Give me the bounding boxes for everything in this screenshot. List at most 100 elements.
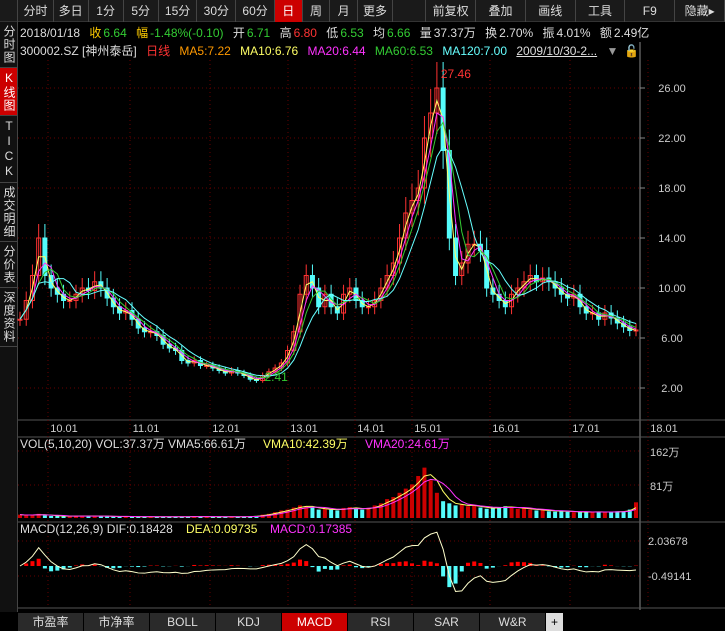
indicator-tab-6[interactable]: SAR (414, 613, 480, 631)
indicator-tab-3[interactable]: KDJ (216, 613, 282, 631)
volume-bar-1 (24, 515, 29, 518)
macd-bar-30 (204, 565, 209, 566)
indicator-tab-1[interactable]: 市净率 (84, 613, 150, 631)
volume-bar-85 (546, 511, 551, 518)
macd-bar-80 (515, 561, 520, 566)
date-label-1: 11.01 (133, 423, 160, 435)
volume-bar-92 (590, 512, 595, 518)
volume-bar-91 (584, 511, 589, 518)
macd-bar-12 (92, 564, 97, 566)
date-label-4: 14.01 (357, 423, 385, 435)
macd-bar-28 (192, 564, 197, 566)
macd-bar-1 (24, 563, 29, 566)
macd-bar-74 (478, 562, 483, 566)
vol-axis-label-0: 162万 (650, 447, 679, 459)
macd-bar-62 (403, 561, 408, 566)
volume-bar-70 (453, 505, 458, 518)
ma120-line (19, 145, 637, 377)
volume-bar-74 (478, 507, 483, 518)
date-label-2: 12.01 (212, 423, 240, 435)
volume-bar-66 (428, 480, 433, 518)
volume-bar-88 (565, 511, 570, 518)
volume-bar-56 (366, 507, 371, 518)
date-label-0: 10.01 (50, 423, 78, 435)
macd-bar-76 (490, 566, 495, 568)
price-axis-label-2: 18.00 (658, 183, 686, 195)
macd-bar-45 (298, 559, 302, 566)
volume-bar-89 (571, 512, 576, 518)
candle-0 (17, 318, 23, 321)
date-label-8: 18.01 (650, 423, 678, 435)
volume-bar-54 (354, 508, 358, 518)
macd-bar-91 (584, 566, 589, 568)
macd-bar-72 (466, 562, 470, 566)
macd-bar-31 (210, 565, 215, 566)
high-annotation: 27.46 (441, 67, 471, 81)
volume-bar-82 (528, 509, 533, 518)
macd-bar-42 (279, 564, 284, 566)
macd-bar-48 (316, 566, 321, 572)
price-axis-label-5: 6.00 (661, 333, 682, 345)
macd-bar-84 (540, 565, 545, 566)
volume-bar-49 (322, 508, 327, 518)
macd-bar-29 (198, 565, 203, 566)
volume-bar-51 (335, 510, 340, 518)
macd-bar-20 (142, 566, 147, 567)
volume-bar-79 (509, 507, 514, 518)
macd-bar-90 (578, 566, 582, 568)
macd-bar-94 (602, 564, 607, 566)
macd-bar-63 (410, 563, 414, 566)
volume-bar-69 (447, 503, 452, 518)
volume-bar-83 (534, 510, 539, 518)
macd-bar-87 (559, 566, 564, 568)
volume-bar-50 (329, 509, 334, 518)
vol-legend-3: VMA20:24.61万 (365, 437, 450, 451)
macd-bar-47 (310, 566, 315, 568)
low-annotation: 2.41 (264, 370, 288, 384)
macd-bar-2 (30, 561, 35, 566)
macd-bar-79 (509, 562, 514, 566)
volume-bar-78 (503, 506, 508, 518)
indicator-tab-4[interactable]: MACD (282, 613, 348, 631)
macd-bar-34 (229, 565, 234, 566)
macd-bar-71 (459, 566, 464, 572)
indicator-tab-0[interactable]: 市盈率 (18, 613, 84, 631)
volume-bar-65 (422, 467, 427, 518)
volume-bar-80 (515, 508, 520, 518)
macd-legend-2: MACD:0.17385 (270, 522, 352, 536)
macd-bar-50 (329, 566, 334, 570)
volume-bar-81 (522, 507, 526, 518)
macd-bar-64 (416, 564, 421, 566)
indicator-tab-2[interactable]: BOLL (150, 613, 216, 631)
ma20-line (19, 112, 637, 379)
macd-legend-0: MACD(12,26,9) DIF:0.18428 (20, 522, 173, 536)
indicator-tab-7[interactable]: W&R (480, 613, 546, 631)
kline-chart[interactable]: 26.00 22.00 18.00 14.00 10.00 6.00 2.00 10.01 11… (0, 0, 725, 631)
macd-bar-51 (335, 566, 340, 570)
vol-axis-label-1: 81万 (650, 481, 673, 493)
macd-bar-78 (503, 565, 508, 566)
macd-axis-label-1: -0.49141 (648, 571, 691, 583)
volume-bar-55 (360, 509, 365, 518)
macd-bar-66 (428, 561, 433, 566)
volume-bar-95 (609, 512, 614, 518)
dif-line (19, 531, 637, 592)
macd-bar-73 (472, 561, 477, 566)
macd-bar-53 (347, 564, 352, 566)
volume-bar-93 (596, 511, 601, 518)
macd-bar-52 (341, 565, 346, 566)
date-label-3: 13.01 (290, 423, 318, 435)
indicator-tab-8[interactable]: + (546, 613, 564, 631)
indicator-tab-5[interactable]: RSI (348, 613, 414, 631)
macd-axis-label-0: 2.03678 (648, 536, 688, 548)
macd-bar-19 (136, 566, 141, 568)
volume-bar-77 (497, 507, 502, 518)
macd-bar-60 (391, 563, 396, 566)
macd-bar-88 (565, 566, 570, 568)
vma10-line (19, 474, 637, 518)
volume-bar-94 (602, 512, 607, 518)
date-label-7: 17.01 (572, 423, 600, 435)
macd-bar-61 (397, 561, 402, 566)
volume-bar-97 (621, 511, 626, 518)
macd-bar-43 (285, 563, 290, 566)
